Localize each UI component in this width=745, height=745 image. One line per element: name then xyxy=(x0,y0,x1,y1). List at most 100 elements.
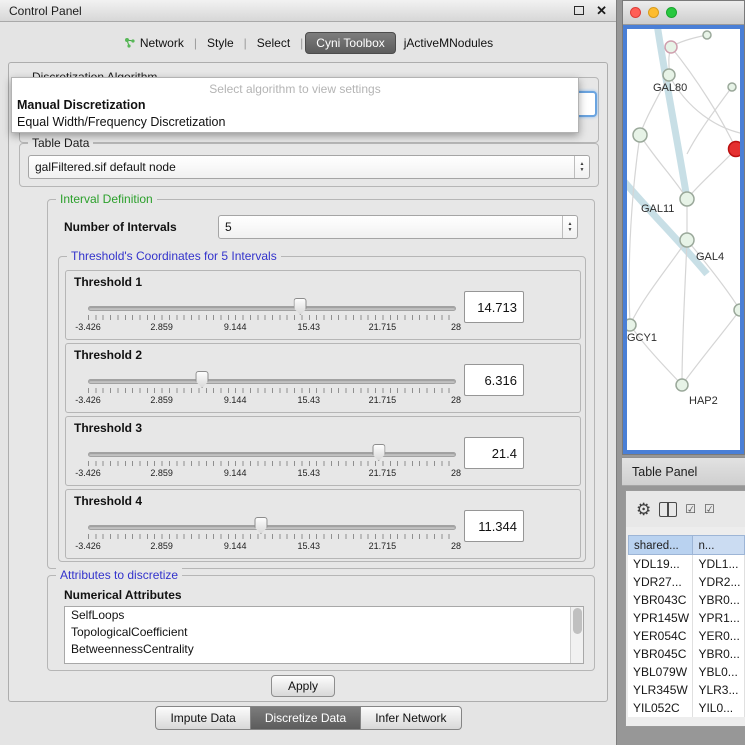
table-cell[interactable]: YBR043C xyxy=(628,591,693,609)
close-traffic-light[interactable] xyxy=(630,7,641,18)
tab-style-label: Style xyxy=(207,36,234,50)
network-node-gal80[interactable] xyxy=(663,69,675,81)
tab-infer-network[interactable]: Infer Network xyxy=(361,706,461,730)
number-of-intervals-combo[interactable]: 5 ▲ ▼ xyxy=(218,215,578,239)
threshold-1-slider[interactable]: -3.426 2.859 9.144 15.43 21.715 28 xyxy=(88,297,456,337)
network-node-hap2[interactable] xyxy=(676,379,688,391)
slider-track[interactable] xyxy=(88,525,456,530)
select-columns-icon[interactable]: ☑ xyxy=(685,503,696,515)
list-scrollbar[interactable] xyxy=(570,607,583,663)
table-row[interactable]: YLR345W YLR3... xyxy=(628,681,745,699)
tab-jactivemnodules[interactable]: jActiveMNodules xyxy=(396,32,501,54)
tab-impute-data[interactable]: Impute Data xyxy=(155,706,250,730)
table-cell[interactable]: YBR045C xyxy=(628,645,693,663)
slider-thumb[interactable] xyxy=(196,371,209,388)
slider-scale: -3.426 2.859 9.144 15.43 21.715 28 xyxy=(88,395,456,407)
table-cell[interactable]: YBR0... xyxy=(693,591,745,609)
table-data-combo[interactable]: galFiltered.sif default node ▲ ▼ xyxy=(28,155,590,179)
table-row[interactable]: YIL052C YIL0... xyxy=(628,699,745,717)
list-item[interactable]: TopologicalCoefficient xyxy=(65,624,583,641)
network-node-gal11[interactable] xyxy=(680,192,694,206)
slider-thumb[interactable] xyxy=(372,444,385,461)
select-all-icon[interactable]: ☑ xyxy=(704,503,715,515)
slider-track[interactable] xyxy=(88,306,456,311)
table-cell[interactable]: YER0... xyxy=(693,627,745,645)
scale-label: 9.144 xyxy=(224,468,247,478)
network-node-gcy1[interactable] xyxy=(627,319,636,331)
network-node-selected-red[interactable] xyxy=(729,142,743,157)
list-item[interactable]: BetweennessCentrality xyxy=(65,641,583,658)
zoom-traffic-light[interactable] xyxy=(666,7,677,18)
table-row[interactable]: YDL19... YDL1... xyxy=(628,555,745,573)
table-cell[interactable]: YDL19... xyxy=(628,555,693,573)
dropdown-item-manual-discretization[interactable]: Manual Discretization xyxy=(12,97,578,114)
numerical-attributes-list[interactable]: SelfLoops TopologicalCoefficient Between… xyxy=(64,606,584,664)
tab-select[interactable]: Select xyxy=(249,32,298,54)
threshold-3-value-field[interactable]: 21.4 xyxy=(464,437,524,469)
threshold-1-value-field[interactable]: 14.713 xyxy=(464,291,524,323)
slider-track[interactable] xyxy=(88,452,456,457)
scale-label: 28 xyxy=(451,322,461,332)
table-row[interactable]: YER054C YER0... xyxy=(628,627,745,645)
table-cell[interactable]: YDL1... xyxy=(693,555,745,573)
thresholds-group-label: Threshold's Coordinates for 5 Intervals xyxy=(67,249,281,263)
table-cell[interactable]: YDR2... xyxy=(693,573,745,591)
table-cell[interactable]: YLR345W xyxy=(628,681,693,699)
network-node[interactable] xyxy=(734,304,742,316)
table-row[interactable]: YBL079W YBL0... xyxy=(628,663,745,681)
table-cell[interactable]: YPR1... xyxy=(693,609,745,627)
gear-icon[interactable]: ⚙ xyxy=(636,501,651,518)
network-node-gal4[interactable] xyxy=(680,233,694,247)
table-cell[interactable]: YBL0... xyxy=(693,663,745,681)
tab-network[interactable]: Network xyxy=(116,32,192,54)
dropdown-item-equal-width-frequency[interactable]: Equal Width/Frequency Discretization xyxy=(12,114,578,131)
list-item[interactable]: SelfLoops xyxy=(65,607,583,624)
table-cell[interactable]: YPR145W xyxy=(628,609,693,627)
slider-thumb[interactable] xyxy=(254,517,267,534)
column-header-shared-name[interactable]: shared... xyxy=(628,535,693,555)
slider-thumb[interactable] xyxy=(294,298,307,315)
thresholds-group: Threshold's Coordinates for 5 Intervals … xyxy=(58,256,586,562)
table-cell[interactable]: YBR0... xyxy=(693,645,745,663)
control-panel-titlebar[interactable]: Control Panel ✕ xyxy=(0,0,616,22)
tab-style[interactable]: Style xyxy=(199,32,242,54)
slider-track[interactable] xyxy=(88,379,456,384)
table-row[interactable]: YBR043C YBR0... xyxy=(628,591,745,609)
network-node[interactable] xyxy=(665,41,677,53)
combo-spinner-icon[interactable]: ▲ ▼ xyxy=(574,156,589,178)
table-cell[interactable]: YIL0... xyxy=(693,699,745,717)
node-label-hap2: HAP2 xyxy=(689,395,718,407)
network-node[interactable] xyxy=(728,83,736,91)
threshold-4-value-field[interactable]: 11.344 xyxy=(464,510,524,542)
network-window-titlebar[interactable] xyxy=(623,1,744,25)
table-cell[interactable]: YLR3... xyxy=(693,681,745,699)
node-label-gal11: GAL11 xyxy=(641,203,674,215)
threshold-4-slider[interactable]: -3.426 2.859 9.144 15.43 21.715 28 xyxy=(88,516,456,556)
column-header-name[interactable]: n... xyxy=(693,535,745,555)
network-canvas[interactable]: GAL80 GAL11 GAL4 GCY1 HAP2 xyxy=(623,25,744,454)
close-icon[interactable]: ✕ xyxy=(596,3,607,19)
table-cell[interactable]: YER054C xyxy=(628,627,693,645)
table-cell[interactable]: YIL052C xyxy=(628,699,693,717)
threshold-2-value-field[interactable]: 6.316 xyxy=(464,364,524,396)
table-row[interactable]: YBR045C YBR0... xyxy=(628,645,745,663)
columns-icon[interactable] xyxy=(659,502,677,517)
table-row[interactable]: YPR145W YPR1... xyxy=(628,609,745,627)
apply-button[interactable]: Apply xyxy=(271,675,335,697)
network-node[interactable] xyxy=(703,31,711,39)
minimize-traffic-light[interactable] xyxy=(648,7,659,18)
screen: Control Panel ✕ Network | Style | Select… xyxy=(0,0,745,745)
combo-spinner-icon[interactable]: ▲ ▼ xyxy=(562,216,577,238)
tab-cyni-toolbox[interactable]: Cyni Toolbox xyxy=(305,32,395,54)
scrollbar-thumb[interactable] xyxy=(573,608,582,634)
tab-discretize-data[interactable]: Discretize Data xyxy=(251,706,361,730)
network-node[interactable] xyxy=(633,128,647,142)
slider-ticks xyxy=(88,461,456,466)
threshold-2-slider[interactable]: -3.426 2.859 9.144 15.43 21.715 28 xyxy=(88,370,456,410)
table-cell[interactable]: YDR27... xyxy=(628,573,693,591)
float-window-icon[interactable] xyxy=(574,6,584,15)
table-panel-header[interactable]: Table Panel xyxy=(622,457,745,486)
table-row[interactable]: YDR27... YDR2... xyxy=(628,573,745,591)
threshold-3-slider[interactable]: -3.426 2.859 9.144 15.43 21.715 28 xyxy=(88,443,456,483)
table-cell[interactable]: YBL079W xyxy=(628,663,693,681)
